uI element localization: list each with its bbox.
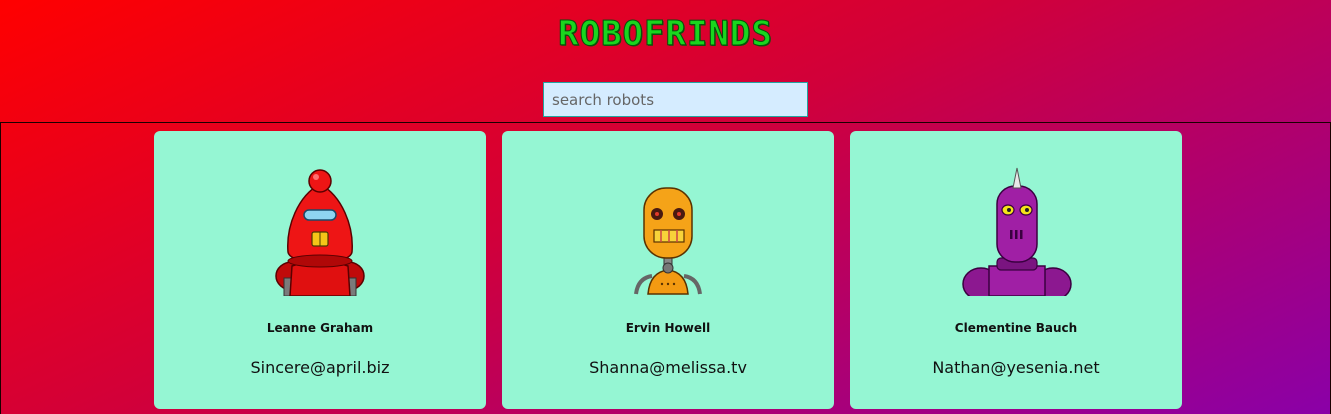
robot-name: Ervin Howell (625, 321, 711, 335)
red-robot-icon (275, 169, 365, 296)
robot-name: Clementine Bauch (954, 321, 1078, 335)
orange-robot-icon (634, 187, 702, 295)
search-input[interactable] (543, 82, 808, 117)
robot-card[interactable]: Ervin Howell Shanna@melissa.tv (502, 131, 834, 409)
robot-email: Sincere@april.biz (250, 358, 390, 377)
robot-email: Nathan@yesenia.net (932, 358, 1100, 377)
robot-card[interactable]: Clementine Bauch Nathan@yesenia.net (850, 131, 1182, 409)
search-box (543, 82, 808, 117)
app-title: ROBOFRINDS (558, 14, 773, 55)
robot-name: Leanne Graham (266, 321, 374, 335)
robot-card[interactable]: Leanne Graham Sincere@april.biz (154, 131, 486, 409)
purple-robot-icon (962, 167, 1072, 296)
robot-email: Shanna@melissa.tv (589, 358, 747, 377)
card-list[interactable]: Leanne Graham Sincere@april.biz Ervin Ho… (0, 122, 1331, 414)
